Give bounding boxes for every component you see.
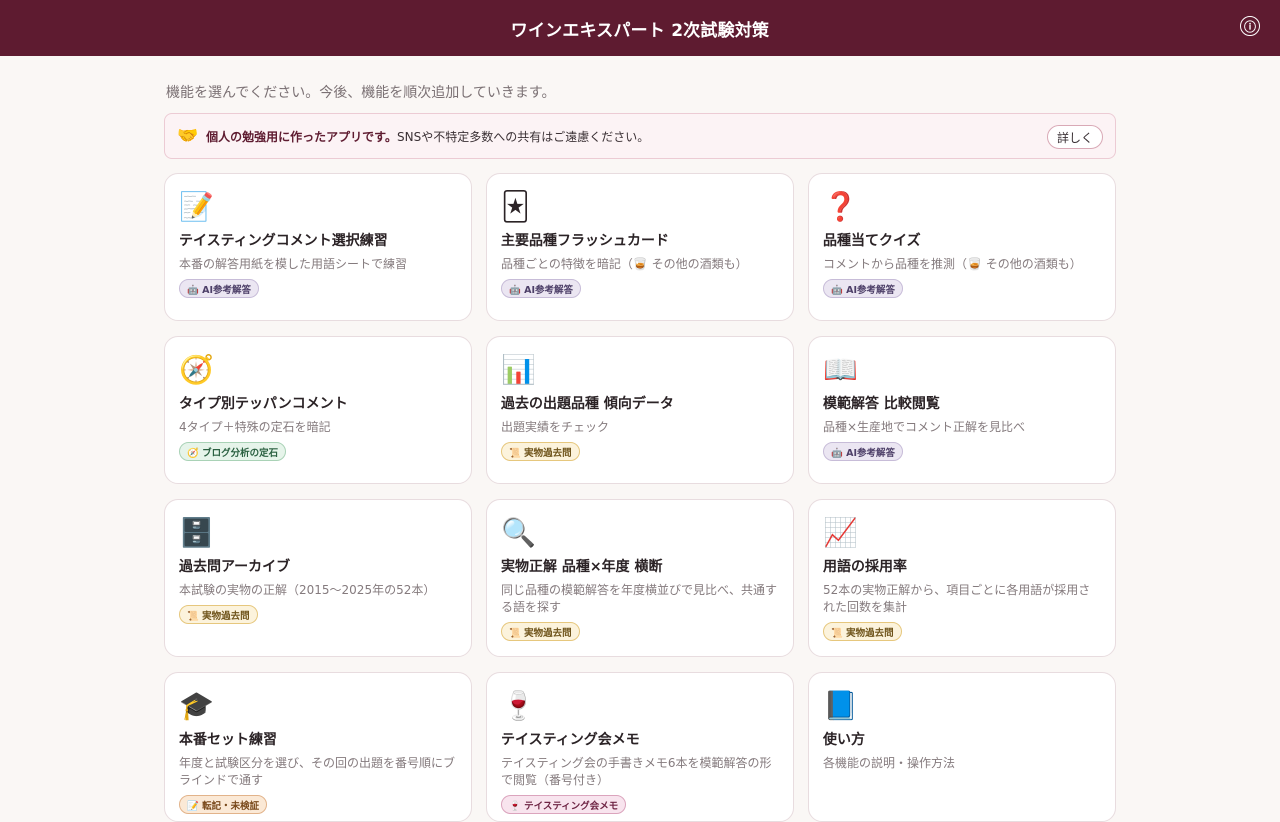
card-desc: 品種×生産地でコメント正解を見比べ — [823, 420, 1026, 434]
card-term-adoption[interactable]: 📈 用語の採用率 52本の実物正解から、項目ごとに各用語が採用された回数を集計 … — [808, 499, 1116, 657]
page-title: ワインエキスパート 2次試験対策 — [510, 20, 770, 41]
card-tasting-comment-practice[interactable]: 📝 テイスティングコメント選択練習 本番の解答用紙を模した用語シートで練習 🤖 … — [164, 173, 472, 321]
compass-icon: 🧭 — [179, 353, 214, 386]
card-variety-year-cross[interactable]: 🔍 実物正解 品種×年度 横断 同じ品種の模範解答を年度横並びで見比べ、共通する… — [486, 499, 794, 657]
app-header: ワインエキスパート 2次試験対策 ⓘ — [0, 0, 1280, 56]
card-desc: テイスティング会の手書きメモ6本を模範解答の形で閲覧（番号付き） — [501, 756, 772, 787]
card-title: 実物正解 品種×年度 横断 — [501, 559, 663, 575]
card-title: 用語の採用率 — [823, 559, 907, 575]
card-desc: 品種ごとの特徴を暗記（🥃 その他の酒類も） — [501, 257, 748, 271]
real-exam-badge: 📜 実物過去問 — [501, 622, 580, 641]
card-model-answer-compare[interactable]: 📖 模範解答 比較閲覧 品種×生産地でコメント正解を見比べ 🤖 AI参考解答 — [808, 336, 1116, 484]
card-desc: 52本の実物正解から、項目ごとに各用語が採用された回数を集計 — [823, 583, 1091, 614]
file-cabinet-icon: 🗄️ — [179, 516, 214, 549]
card-desc: コメントから品種を推測（🥃 その他の酒類も） — [823, 257, 1082, 271]
notice-body: SNSや不特定多数への共有はご遠慮ください。 — [396, 129, 650, 144]
card-title: タイプ別テッパンコメント — [179, 396, 348, 412]
real-exam-badge: 📜 実物過去問 — [501, 442, 580, 461]
card-desc: 本番の解答用紙を模した用語シートで練習 — [179, 257, 408, 271]
memo-icon: 📝 — [179, 190, 214, 223]
card-title: テイスティングコメント選択練習 — [179, 233, 388, 249]
detail-button[interactable]: 詳しく — [1046, 125, 1103, 149]
card-title: 使い方 — [823, 732, 865, 748]
card-desc: 各機能の説明・操作方法 — [823, 756, 956, 770]
card-past-archive[interactable]: 🗄️ 過去問アーカイブ 本試験の実物の正解（2015〜2025年の52本） 📜 … — [164, 499, 472, 657]
tasting-memo-badge: 🍷 テイスティング会メモ — [501, 795, 627, 814]
magnifier-icon: 🔍 — [501, 516, 536, 549]
card-desc: 4タイプ＋特殊の定石を暗記 — [179, 420, 331, 434]
card-desc: 年度と試験区分を選び、その回の出題を番号順にブラインドで通す — [179, 756, 456, 787]
real-exam-badge: 📜 実物過去問 — [179, 605, 258, 624]
card-title: 模範解答 比較閲覧 — [823, 396, 940, 412]
notice-banner: 🤝 個人の勉強用に作ったアプリです。SNSや不特定多数への共有はご遠慮ください。… — [164, 113, 1116, 159]
bar-chart-icon: 📊 — [501, 353, 536, 386]
card-title: 過去の出題品種 傾向データ — [501, 396, 674, 412]
blue-book-icon: 📘 — [823, 689, 858, 722]
card-title: 主要品種フラッシュカード — [501, 233, 669, 249]
notice-text: 個人の勉強用に作ったアプリです。SNSや不特定多数への共有はご遠慮ください。 — [206, 128, 649, 145]
card-title: テイスティング会メモ — [501, 732, 640, 748]
intro-text: 機能を選んでください。今後、機能を順次追加していきます。 — [166, 85, 556, 101]
ai-badge: 🤖 AI参考解答 — [823, 279, 904, 298]
info-icon[interactable]: ⓘ — [1240, 16, 1260, 36]
trend-chart-icon: 📈 — [823, 516, 858, 549]
real-exam-badge: 📜 実物過去問 — [823, 622, 902, 641]
feature-grid: 📝 テイスティングコメント選択練習 本番の解答用紙を模した用語シートで練習 🤖 … — [164, 173, 1116, 822]
transcribed-badge: 📝 転記・未検証 — [179, 795, 268, 814]
ai-badge: 🤖 AI参考解答 — [179, 279, 260, 298]
card-variety-quiz[interactable]: ❓ 品種当てクイズ コメントから品種を推測（🥃 その他の酒類も） 🤖 AI参考解… — [808, 173, 1116, 321]
card-desc: 同じ品種の模範解答を年度横並びで見比べ、共通する語を探す — [501, 583, 778, 614]
card-past-trends[interactable]: 📊 過去の出題品種 傾向データ 出題実績をチェック 📜 実物過去問 — [486, 336, 794, 484]
card-desc: 出題実績をチェック — [501, 420, 610, 434]
ai-badge: 🤖 AI参考解答 — [823, 442, 904, 461]
joker-card-icon: 🃏 — [501, 190, 530, 223]
ai-badge: 🤖 AI参考解答 — [501, 279, 582, 298]
card-variety-flashcards[interactable]: 🃏 主要品種フラッシュカード 品種ごとの特徴を暗記（🥃 その他の酒類も） 🤖 A… — [486, 173, 794, 321]
graduation-cap-icon: 🎓 — [179, 689, 214, 722]
open-book-icon: 📖 — [823, 353, 858, 386]
blog-badge: 🧭 ブログ分析の定石 — [179, 442, 287, 461]
card-title: 本番セット練習 — [179, 732, 277, 748]
question-icon: ❓ — [823, 190, 858, 223]
notice-strong: 個人の勉強用に作ったアプリです。 — [206, 129, 397, 144]
handshake-icon: 🤝 — [177, 125, 199, 146]
card-title: 過去問アーカイブ — [179, 559, 291, 575]
wine-glass-icon: 🍷 — [501, 689, 536, 722]
card-type-comments[interactable]: 🧭 タイプ別テッパンコメント 4タイプ＋特殊の定石を暗記 🧭 ブログ分析の定石 — [164, 336, 472, 484]
card-desc: 本試験の実物の正解（2015〜2025年の52本） — [179, 583, 436, 597]
card-title: 品種当てクイズ — [823, 233, 921, 249]
